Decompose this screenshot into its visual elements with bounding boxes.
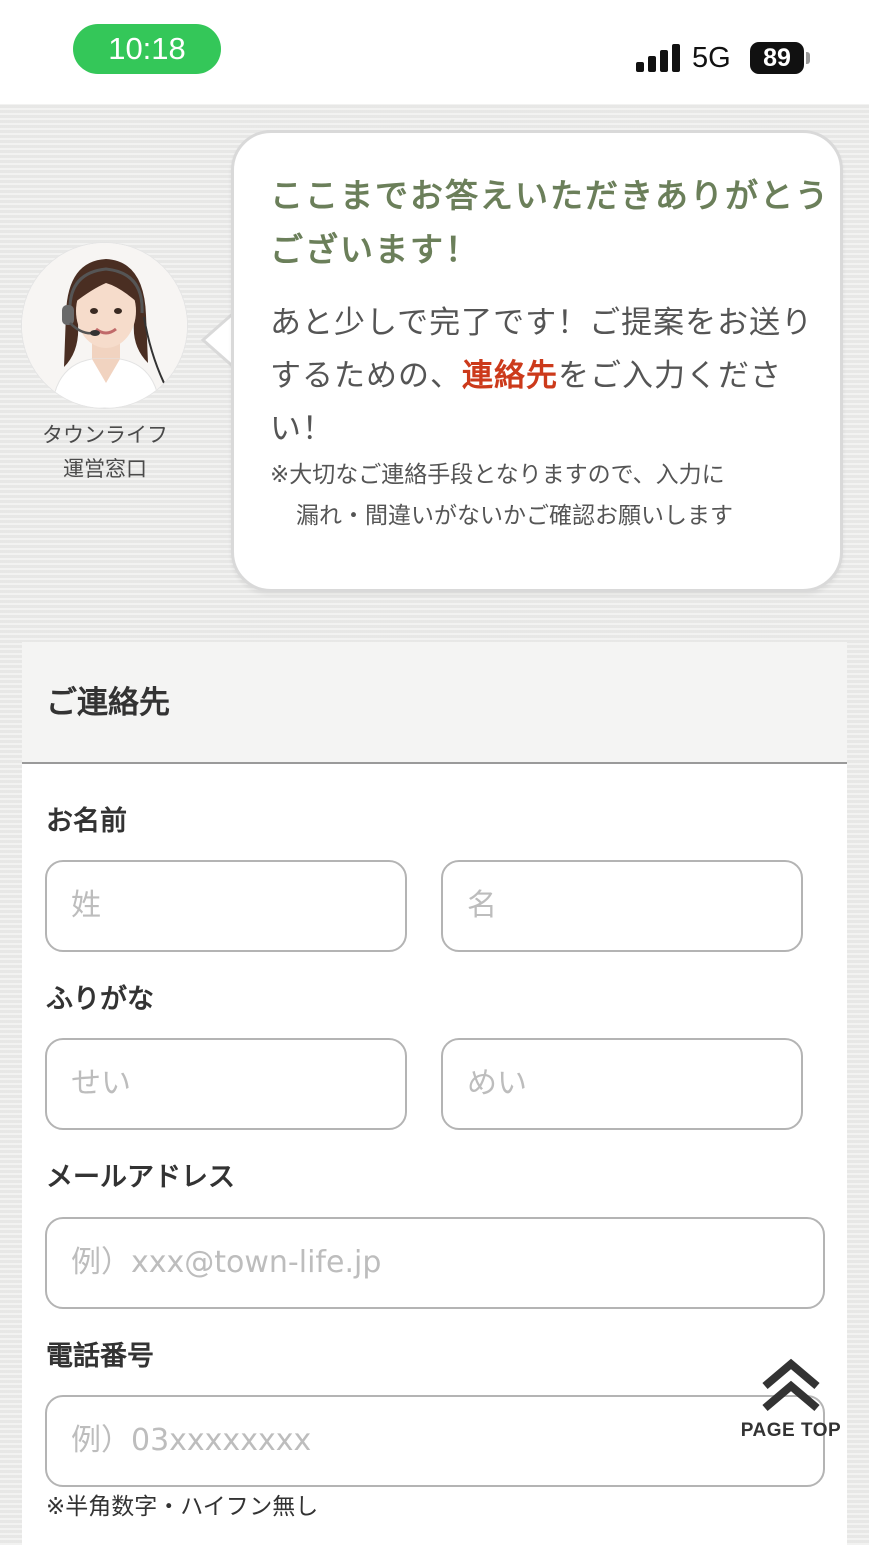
page-top-label: PAGE TOP — [740, 1420, 842, 1441]
kana-label: ふりがな — [46, 984, 154, 1015]
operator-avatar — [22, 243, 187, 408]
card-header: ご連絡先 — [22, 642, 847, 764]
bubble-note-line1: ※大切なご連絡手段となりますので、入力に — [270, 462, 725, 488]
email-input[interactable]: 例）xxx@town-life.jp — [45, 1217, 825, 1309]
last-name-input[interactable]: 姓 — [45, 860, 407, 952]
battery-cap — [806, 52, 810, 64]
operator-name-line2: 運営窓口 — [63, 457, 147, 481]
bubble-note: ※大切なご連絡手段となりますので、入力に 漏れ・間違いがないかご確認お願いします — [270, 455, 830, 537]
first-name-input[interactable]: 名 — [441, 860, 803, 952]
section-title: ご連絡先 — [46, 685, 170, 721]
email-label: メールアドレス — [46, 1162, 235, 1193]
bubble-title: ここまでお答えいただきありがとうございます！ — [270, 176, 830, 269]
speech-bubble: ここまでお答えいただきありがとうございます！ あと少しで完了です！ご提案をお送り… — [231, 130, 843, 592]
signal-icon — [636, 44, 680, 72]
name-label: お名前 — [46, 806, 127, 837]
double-chevron-up-icon — [762, 1358, 820, 1412]
battery-icon: 89 — [750, 42, 804, 74]
phone-input[interactable]: 例）03xxxxxxxx — [45, 1395, 825, 1487]
phone-hint: ※半角数字・ハイフン無し — [46, 1494, 319, 1520]
first-name-kana-input[interactable]: めい — [441, 1038, 803, 1130]
contact-form-card: ご連絡先 お名前 姓 名 ふりがな せい めい メールアドレス 例）xxx@to… — [22, 642, 847, 1545]
bubble-body-emphasis: 連絡先 — [462, 358, 558, 394]
operator-name: タウンライフ 運営窓口 — [20, 418, 190, 486]
bubble-note-line2: 漏れ・間違いがないかご確認お願いします — [296, 503, 733, 529]
phone-label: 電話番号 — [46, 1341, 154, 1372]
last-name-kana-input[interactable]: せい — [45, 1038, 407, 1130]
status-bar: 10:18 5G 89 — [0, 0, 869, 104]
status-time: 10:18 — [73, 24, 221, 74]
network-label: 5G — [692, 42, 731, 74]
operator-name-line1: タウンライフ — [42, 423, 168, 447]
bubble-body: あと少しで完了です！ご提案をお送りするための、連絡先をご入力ください！ — [270, 297, 830, 456]
page-top-button[interactable]: PAGE TOP — [736, 1358, 846, 1450]
